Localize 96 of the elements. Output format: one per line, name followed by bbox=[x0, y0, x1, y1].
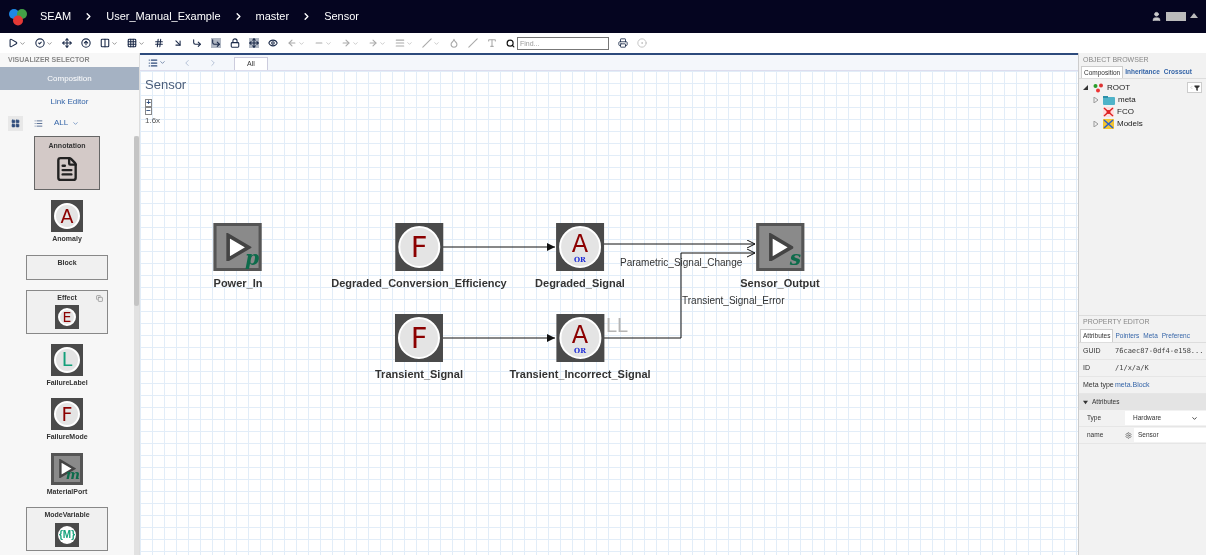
breadcrumb-link[interactable]: SEAM bbox=[40, 8, 72, 25]
port-letter: s bbox=[789, 247, 801, 268]
document-icon bbox=[54, 155, 80, 182]
glyph-letter: A bbox=[571, 322, 589, 347]
dropdown-caret-icon[interactable] bbox=[325, 39, 332, 47]
corner-arrow-icon[interactable] bbox=[211, 38, 221, 48]
filter-button[interactable] bbox=[1187, 82, 1202, 93]
connection-arrow[interactable] bbox=[442, 334, 556, 342]
node-label: Transient_Incorrect_Signal bbox=[509, 367, 651, 382]
forward-icon[interactable] bbox=[208, 57, 218, 68]
visualizer-tab[interactable]: Link Editor bbox=[0, 90, 139, 113]
record-icon[interactable] bbox=[637, 38, 647, 48]
fco-icon bbox=[1103, 107, 1114, 117]
list-icon bbox=[34, 118, 43, 128]
search-icon bbox=[506, 38, 515, 48]
eye-icon[interactable] bbox=[268, 38, 278, 48]
dropdown-caret-icon[interactable] bbox=[298, 39, 305, 47]
folder-icon bbox=[1103, 95, 1115, 105]
hash-icon[interactable] bbox=[154, 38, 164, 48]
move-icon[interactable] bbox=[249, 38, 259, 48]
grid-icon[interactable] bbox=[127, 38, 137, 48]
grid-view-button[interactable] bbox=[8, 115, 23, 131]
failure-node[interactable]: F bbox=[395, 223, 443, 271]
slash-icon[interactable] bbox=[468, 38, 478, 48]
user-icon[interactable] bbox=[1151, 11, 1162, 22]
columns-icon[interactable] bbox=[100, 38, 110, 48]
text-icon[interactable] bbox=[487, 38, 497, 48]
port-letter: m bbox=[65, 468, 80, 482]
glyph-letter: F bbox=[410, 232, 428, 262]
tree-item[interactable]: ROOT bbox=[1107, 82, 1131, 94]
node-label: Transient_Signal bbox=[375, 367, 463, 382]
move-icon[interactable] bbox=[62, 38, 72, 48]
breadcrumb-link[interactable]: Sensor bbox=[324, 8, 359, 25]
list-menu-icon[interactable] bbox=[148, 57, 158, 68]
connection-arrow[interactable] bbox=[442, 243, 556, 251]
glyph-letter: F bbox=[61, 404, 73, 424]
caret-icon bbox=[1191, 414, 1198, 422]
dropdown-caret-icon[interactable] bbox=[379, 39, 386, 47]
lines-icon[interactable] bbox=[395, 38, 405, 48]
chevron-icon bbox=[1189, 85, 1194, 90]
dropdown-caret-icon[interactable] bbox=[159, 59, 166, 66]
tree-item[interactable]: meta bbox=[1118, 94, 1136, 106]
filter-icon bbox=[1194, 84, 1200, 91]
glyph-letter: A bbox=[60, 206, 74, 226]
zoom-level: 1.6x bbox=[145, 114, 161, 127]
breadcrumb-link[interactable]: User_Manual_Example bbox=[106, 8, 221, 25]
dropdown-caret-icon[interactable] bbox=[19, 39, 26, 47]
tree-item[interactable]: Models bbox=[1117, 118, 1143, 130]
dropdown-caret-icon[interactable] bbox=[111, 39, 118, 47]
node-label: Power_In bbox=[213, 276, 263, 291]
canvas-title: Sensor bbox=[145, 76, 187, 94]
glyph-letter: L bbox=[61, 350, 73, 369]
zoom-in-button[interactable]: + bbox=[145, 98, 152, 107]
dropdown-caret-icon[interactable] bbox=[352, 39, 359, 47]
arrow-right-icon[interactable] bbox=[341, 38, 351, 48]
eject-icon[interactable] bbox=[1190, 13, 1198, 20]
corner-arrow-icon[interactable] bbox=[192, 38, 202, 48]
settings-icon[interactable] bbox=[1125, 431, 1132, 439]
connection-label: Transient_Signal_Error bbox=[682, 294, 785, 308]
dropdown-caret-icon[interactable] bbox=[406, 39, 413, 47]
glyph-letter: F bbox=[410, 323, 428, 353]
caret-icon bbox=[1083, 399, 1088, 405]
node-label: Degraded_Signal bbox=[535, 276, 625, 291]
tree-item[interactable]: FCO bbox=[1117, 106, 1134, 118]
upload-icon[interactable] bbox=[81, 38, 91, 48]
arrow-left-icon[interactable] bbox=[287, 38, 297, 48]
lock-icon[interactable] bbox=[230, 38, 240, 48]
print-icon[interactable] bbox=[618, 38, 628, 48]
failure-node[interactable]: F bbox=[395, 314, 443, 362]
dropdown-caret-icon[interactable] bbox=[138, 39, 145, 47]
user-name-blur bbox=[1166, 12, 1186, 21]
node-tree-icon bbox=[1093, 83, 1104, 93]
caret-icon bbox=[72, 119, 80, 127]
droplet-icon[interactable] bbox=[449, 38, 459, 48]
filter-dropdown[interactable]: ALL bbox=[54, 117, 80, 129]
glyph-letter: A bbox=[571, 231, 589, 256]
play-icon[interactable] bbox=[8, 38, 18, 48]
expander-icon[interactable] bbox=[1083, 85, 1090, 91]
back-icon[interactable] bbox=[182, 57, 192, 68]
node-label: Sensor_Output bbox=[740, 276, 820, 291]
zoom-out-button[interactable]: − bbox=[145, 106, 152, 115]
breadcrumb-link[interactable]: master bbox=[255, 8, 290, 25]
port-letter: p bbox=[244, 247, 259, 268]
glyph-letter: E bbox=[62, 310, 72, 324]
variable-letter: {M} bbox=[57, 525, 77, 544]
models-icon bbox=[1103, 119, 1114, 129]
grid-icon bbox=[11, 118, 20, 128]
arrow-right-icon[interactable] bbox=[368, 38, 378, 48]
dropdown-caret-icon[interactable] bbox=[433, 39, 440, 47]
faint-text: LL bbox=[606, 315, 629, 335]
arrow-icon[interactable] bbox=[173, 38, 183, 48]
dropdown-caret-icon[interactable] bbox=[46, 39, 53, 47]
copy-icon bbox=[96, 294, 103, 302]
scrollbar[interactable] bbox=[134, 136, 139, 555]
logo-icon bbox=[8, 7, 28, 26]
node-label: Degraded_Conversion_Efficiency bbox=[331, 276, 507, 291]
